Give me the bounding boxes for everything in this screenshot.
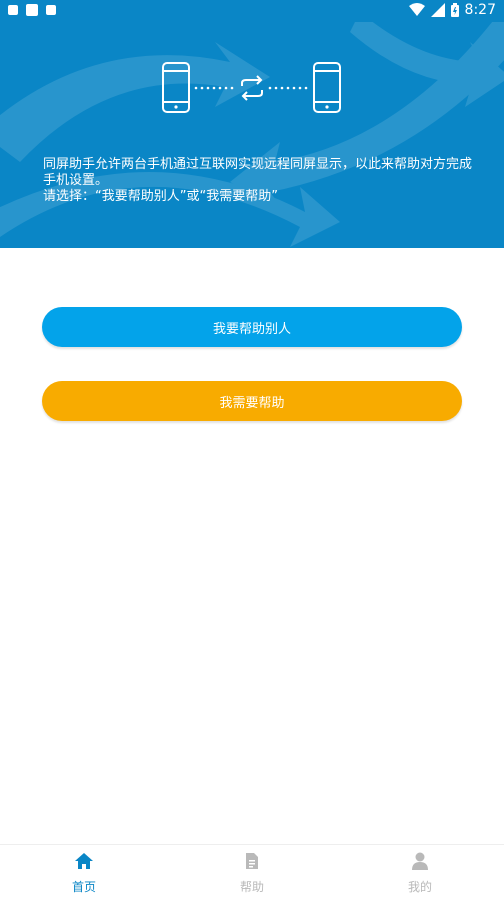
dots-right — [268, 86, 308, 90]
home-icon — [75, 853, 93, 869]
hero-banner: 同屏助手允许两台手机通过互联网实现远程同屏显示，以此来帮助对方完成手机设置。 请… — [0, 22, 504, 248]
document-icon — [246, 853, 258, 869]
left-phone-icon — [162, 62, 190, 113]
need-help-button[interactable]: 我需要帮助 — [42, 381, 462, 421]
sync-icon — [241, 75, 263, 101]
status-bar: 8:27 — [0, 0, 504, 22]
nav-item-help[interactable]: 帮助 — [192, 851, 312, 895]
dots-left — [194, 86, 234, 90]
help-others-button[interactable]: 我要帮助别人 — [42, 307, 462, 347]
instruction-text: 请选择：“我要帮助别人”或“我需要帮助” — [43, 189, 278, 204]
user-icon — [412, 852, 428, 870]
signal-icon — [430, 3, 445, 17]
background-arrows — [0, 22, 504, 247]
hero-description: 同屏助手允许两台手机通过互联网实现远程同屏显示，以此来帮助对方完成手机设置。 请… — [43, 157, 473, 205]
nav-label-help: 帮助 — [239, 880, 264, 894]
sim-card-icon — [26, 4, 38, 16]
photo-icon — [46, 5, 56, 15]
nav-label-home: 首页 — [71, 880, 96, 894]
nav-item-mine[interactable]: 我的 — [360, 851, 480, 895]
right-phone-icon — [313, 62, 341, 113]
nav-label-mine: 我的 — [407, 880, 432, 894]
nav-item-home[interactable]: 首页 — [24, 851, 144, 895]
notification-icon — [8, 5, 18, 15]
bottom-nav: 首页 帮助 我的 — [0, 844, 504, 897]
phone-sync-illustration — [162, 62, 341, 113]
battery-icon — [450, 3, 459, 17]
wifi-icon — [408, 3, 425, 16]
description-text: 同屏助手允许两台手机通过互联网实现远程同屏显示，以此来帮助对方完成手机设置。 — [43, 157, 473, 188]
status-time: 8:27 — [464, 2, 496, 18]
